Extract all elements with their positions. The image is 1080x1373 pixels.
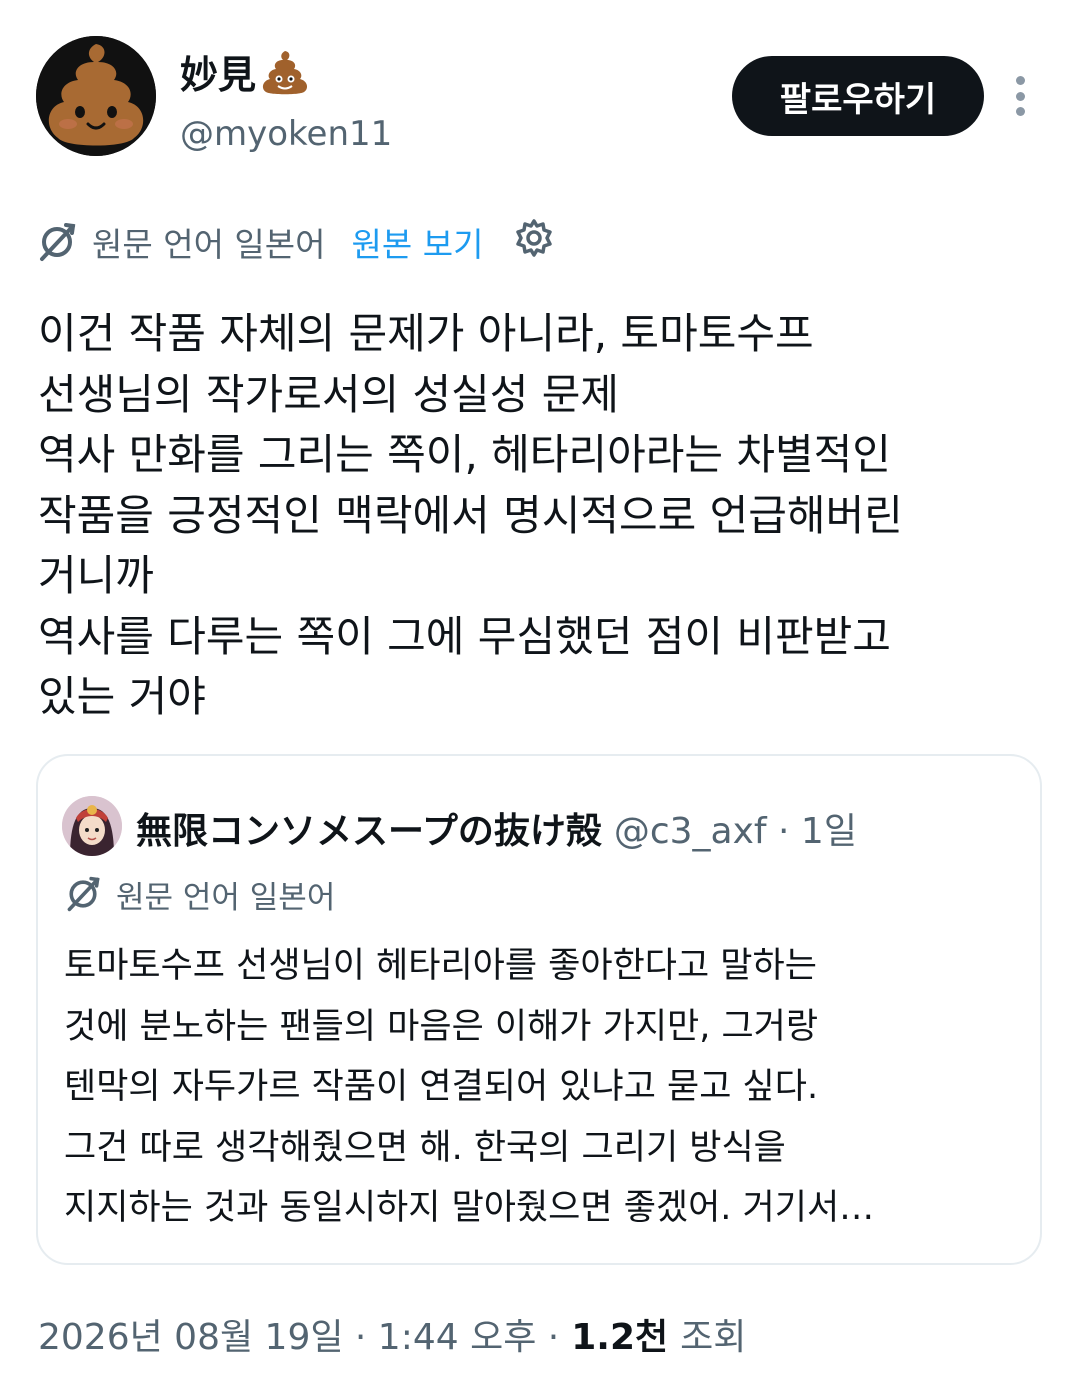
quoted-source-language-label: 원문 언어 일본어	[116, 879, 336, 916]
author-avatar[interactable]	[36, 36, 156, 156]
tweet-line: 있는 거야	[38, 672, 206, 721]
tweet-meta: 2026년 08월 19일 · 1:44 오후 · 1.2천 조회	[38, 1306, 746, 1362]
tweet-line: 역사를 다루는 쪽이 그에 무심했던 점이 비판받고	[38, 611, 891, 661]
more-vertical-icon[interactable]	[1004, 76, 1036, 116]
quoted-line: 그건 따로 생각해줬으면 해. 한국의 그리기 방식을	[64, 1127, 786, 1168]
author-handle[interactable]: @myoken11	[180, 114, 392, 154]
quoted-line: 지지하는 것과 동일시하지 말아줬으면 좋겠어. 거기서…	[64, 1188, 875, 1228]
gear-icon[interactable]	[513, 217, 555, 267]
show-original-link[interactable]: 원본 보기	[352, 218, 484, 266]
quoted-line: 것에 분노하는 팬들의 마음은 이해가 가지만, 그거랑	[64, 1006, 819, 1047]
quoted-line: 토마토수프 선생님이 헤타리아를 좋아한다고 말하는	[64, 946, 817, 986]
more-dot	[1015, 91, 1025, 101]
author-name-text: 妙見	[180, 53, 257, 97]
translate-icon	[67, 876, 100, 912]
timestamp[interactable]: 2026년 08월 19일 · 1:44 오후 ·	[38, 1308, 559, 1360]
source-language-label: 원문 언어 일본어	[92, 225, 326, 264]
tweet-line: 작품을 긍정적인 맥락에서 명시적으로 언급해버린	[38, 490, 903, 540]
tweet-line: 역사 만화를 그리는 쪽이, 헤타리아라는 차별적인	[38, 430, 891, 479]
quoted-author-name[interactable]: 無限コンソメスープの抜け殻	[136, 802, 602, 854]
translate-icon	[40, 223, 76, 261]
quoted-author-avatar[interactable]	[62, 796, 122, 856]
quoted-tweet-card[interactable]: 無限コンソメスープの抜け殻 @c3_axf · 1일 원문 언어 일본어 토마토…	[36, 754, 1042, 1265]
quoted-translation-bar: 원문 언어 일본어	[64, 870, 335, 918]
pile-of-poo-emoji-icon	[262, 50, 308, 94]
quoted-author-header: 無限コンソメスープの抜け殻 @c3_axf · 1일	[136, 800, 857, 856]
tweet-text: 이건 작품 자체의 문제가 아니라, 토마토수프 선생님의 작가로서의 성실성 …	[38, 304, 1038, 728]
tweet-line: 거니까	[38, 551, 154, 600]
tweet-line: 이건 작품 자체의 문제가 아니라, 토마토수프	[38, 309, 814, 358]
views-count: 1.2천	[571, 1317, 669, 1358]
more-dot	[1015, 107, 1025, 116]
quoted-author-handle-time: @c3_axf · 1일	[613, 811, 857, 852]
tweet-line: 선생님의 작가로서의 성실성 문제	[38, 369, 620, 419]
more-dot	[1015, 76, 1025, 85]
poop-face-avatar-icon	[36, 36, 156, 156]
anime-character-avatar-icon	[62, 796, 122, 856]
translation-bar: 원문 언어 일본어 원본 보기	[36, 214, 555, 270]
author-display-name[interactable]: 妙見	[180, 44, 310, 99]
quoted-line: 텐막의 자두가르 작품이 연결되어 있냐고 묻고 싶다.	[64, 1067, 819, 1107]
views-label: 조회	[680, 1317, 747, 1358]
follow-button[interactable]: 팔로우하기	[732, 56, 984, 136]
quoted-tweet-text: 토마토수프 선생님이 헤타리아를 좋아한다고 말하는 것에 분노하는 팬들의 마…	[64, 936, 1024, 1239]
